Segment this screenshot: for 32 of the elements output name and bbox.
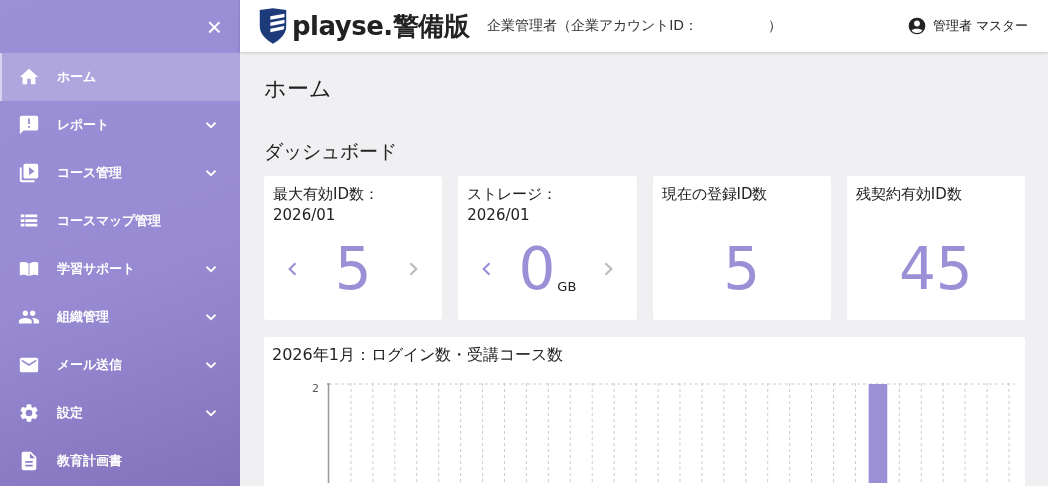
speech-bubble-icon xyxy=(18,114,40,136)
stat-value: 5 xyxy=(723,236,761,302)
nav-item[interactable]: 教育計画書 xyxy=(0,437,240,485)
stat-value: 5 xyxy=(334,236,372,302)
axis-tick-label: 2 xyxy=(311,383,320,395)
logo-shield-icon xyxy=(258,8,288,44)
nav-item[interactable]: 学習サポート xyxy=(0,245,240,293)
nav-item[interactable]: レポート xyxy=(0,101,240,149)
card-title: 最大有効ID数： 2026/01 xyxy=(273,184,380,226)
section-title: ダッシュボード xyxy=(264,139,398,164)
card-title: ストレージ： 2026/01 xyxy=(467,184,559,226)
stat-value: 45 xyxy=(898,236,973,302)
nav-item[interactable]: 組織管理 xyxy=(0,293,240,341)
video-library-icon xyxy=(18,162,40,184)
user-name[interactable]: 管理者 マスター xyxy=(932,17,1028,35)
card-title: 現在の登録ID数 xyxy=(661,184,769,205)
settings-icon xyxy=(18,402,40,424)
stat-value: 0 xyxy=(518,236,556,302)
unit-label: GB xyxy=(557,279,577,294)
page-title: ホーム xyxy=(264,75,333,103)
nav-item[interactable]: 設定 xyxy=(0,389,240,437)
chart-title: 2026年1月：ログイン数・受講コース数 xyxy=(272,344,564,366)
close-button[interactable]: × xyxy=(202,13,226,40)
user-icon[interactable] xyxy=(906,16,927,36)
logo-text: playse.警備版 xyxy=(292,9,470,43)
nav-item[interactable]: コース管理 xyxy=(0,149,240,197)
card-title: 残契約有効ID数 xyxy=(855,184,963,205)
nav-item[interactable]: コースマップ管理 xyxy=(0,197,240,245)
account-label: ） xyxy=(768,17,783,35)
account-label: 企業管理者（企業アカウントID： xyxy=(487,17,699,35)
nav-item[interactable]: ホーム xyxy=(0,53,240,101)
nav-item[interactable]: メール送信 xyxy=(0,341,240,389)
